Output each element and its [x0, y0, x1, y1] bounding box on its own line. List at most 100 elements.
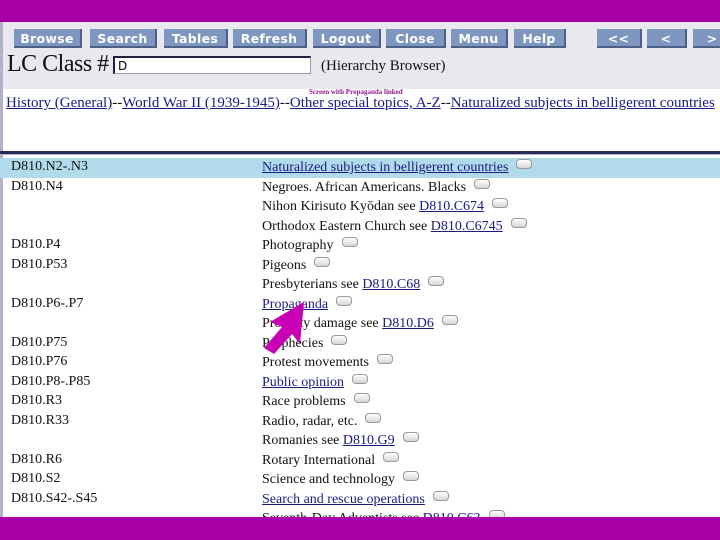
expand-button[interactable]: [432, 490, 449, 501]
list-item: D810.P6-.P7 Propaganda: [0, 295, 720, 315]
list-item: Presbyterians see D810.C68: [0, 275, 720, 295]
hierarchy-list: D810.N2-.N3 Naturalized subjects in belli…: [0, 158, 720, 529]
subject-text: Protest movements: [262, 355, 369, 370]
class-code: D810.P53: [11, 256, 68, 272]
expand-button[interactable]: [402, 432, 419, 442]
close-button[interactable]: Close: [386, 29, 446, 48]
subject-description: Pigeons: [262, 256, 331, 274]
expand-button[interactable]: [383, 451, 400, 462]
subject-text: Romanies see: [262, 433, 343, 448]
subject-description: Photography: [262, 237, 358, 254]
subject-description: Rotary International: [262, 451, 400, 469]
subject-link[interactable]: Search and rescue operations: [262, 492, 425, 507]
subject-text: Prophecies: [262, 335, 324, 351]
subject-description: Naturalized subjects in belligerent coun…: [262, 159, 533, 176]
class-code: D810.P4: [11, 237, 61, 252]
expand-button[interactable]: [365, 412, 382, 423]
list-item: D810.R6 Rotary International: [0, 451, 720, 471]
breadcrumb-separator: --: [279, 95, 290, 111]
browse-button[interactable]: Browse: [14, 29, 82, 48]
breadcrumb-separator: --: [112, 95, 123, 111]
breadcrumb-item[interactable]: History (General): [6, 95, 112, 111]
subject-description: Prophecies: [262, 334, 348, 352]
list-item: D810.S42-.S45 Search and rescue operation…: [0, 490, 720, 510]
list-item: D810.P76 Protest movements: [0, 353, 720, 373]
see-reference-link[interactable]: D810.C674: [419, 199, 484, 214]
logout-button[interactable]: Logout: [313, 29, 381, 48]
subject-description: Race problems: [262, 393, 370, 410]
class-code: D810.N4: [11, 178, 63, 194]
expand-button[interactable]: [402, 471, 419, 481]
subject-description: Negroes. African Americans. Blacks: [262, 178, 491, 196]
subject-text: Presbyterians see: [262, 277, 363, 292]
subject-description: Presbyterians see D810.C68: [262, 276, 445, 293]
next-button[interactable]: >: [693, 29, 720, 48]
previous-button[interactable]: <: [647, 29, 687, 48]
tables-button[interactable]: Tables: [164, 29, 228, 48]
list-item: D810.S2 Science and technology: [0, 470, 720, 490]
lc-class-input[interactable]: [113, 56, 311, 74]
subject-text: Photography: [262, 238, 334, 253]
see-reference-link[interactable]: D810.D6: [382, 316, 434, 331]
subject-text: Race problems: [262, 394, 346, 409]
subject-text: Orthodox Eastern Church see: [262, 218, 431, 234]
divider: [0, 151, 720, 155]
subject-description: Science and technology: [262, 471, 419, 488]
refresh-button[interactable]: Refresh: [233, 29, 307, 48]
expand-button[interactable]: [516, 159, 533, 169]
class-code: D810.P6-.P7: [11, 295, 84, 311]
list-item: D810.P53 Pigeons: [0, 256, 720, 276]
browser-mode-label: (Hierarchy Browser): [321, 58, 446, 74]
subject-text: Property damage see: [262, 316, 383, 331]
subject-text: Radio, radar, etc.: [262, 413, 358, 429]
class-code: D810.R6: [11, 451, 62, 467]
subject-description: Radio, radar, etc.: [262, 412, 382, 430]
list-item: D810.N2-.N3 Naturalized subjects in belli…: [0, 158, 720, 178]
subject-description: Orthodox Eastern Church see D810.C6745: [262, 217, 527, 235]
subject-description: Propaganda: [262, 295, 353, 313]
expand-button[interactable]: [336, 295, 353, 306]
class-code: D810.R3: [11, 393, 62, 408]
search-button[interactable]: Search: [90, 29, 157, 48]
expand-button[interactable]: [314, 256, 331, 267]
expand-button[interactable]: [331, 334, 348, 345]
breadcrumb: History (General)--World War II (1939-19…: [6, 95, 715, 112]
list-item: Orthodox Eastern Church see D810.C6745: [0, 217, 720, 237]
expand-button[interactable]: [441, 315, 458, 325]
list-item: D810.P4 Photography: [0, 236, 720, 256]
subject-link[interactable]: Propaganda: [262, 297, 328, 312]
class-code: D810.S42-.S45: [11, 490, 98, 506]
see-reference-link[interactable]: D810.C68: [362, 277, 420, 292]
help-button[interactable]: Help: [514, 29, 566, 48]
expand-button[interactable]: [376, 354, 393, 364]
expand-button[interactable]: [510, 217, 527, 228]
subject-text: Negroes. African Americans. Blacks: [262, 179, 467, 195]
expand-button[interactable]: [428, 276, 445, 286]
subject-link[interactable]: Public opinion: [262, 375, 344, 390]
breadcrumb-item[interactable]: World War II (1939-1945): [122, 95, 280, 111]
menu-button[interactable]: Menu: [451, 29, 508, 48]
expand-button[interactable]: [352, 373, 369, 384]
list-item: Property damage see D810.D6: [0, 314, 720, 334]
class-code: D810.P76: [11, 354, 68, 369]
breadcrumb-item[interactable]: Naturalized subjects in belligerent coun…: [451, 95, 715, 111]
class-code: D810.S2: [11, 471, 61, 486]
subject-description: Public opinion: [262, 373, 369, 391]
list-item: Nihon Kirisuto Kyōdan see D810.C674: [0, 197, 720, 217]
expand-button[interactable]: [474, 178, 491, 189]
expand-button[interactable]: [341, 237, 358, 247]
list-item: D810.N4 Negroes. African Americans. Black…: [0, 178, 720, 198]
breadcrumb-item[interactable]: Other special topics, A-Z: [290, 95, 441, 111]
list-item: D810.R3 Race problems: [0, 392, 720, 412]
subject-link[interactable]: Naturalized subjects in belligerent coun…: [262, 160, 508, 175]
see-reference-link[interactable]: D810.C6745: [431, 219, 503, 234]
expand-button[interactable]: [353, 393, 370, 403]
subject-description: Nihon Kirisuto Kyōdan see D810.C674: [262, 198, 509, 215]
see-reference-link[interactable]: D810.G9: [343, 433, 395, 448]
class-code: D810.P8-.P85: [11, 373, 91, 389]
expand-button[interactable]: [492, 198, 509, 208]
subject-description: Protest movements: [262, 354, 393, 371]
list-item: D810.P75 Prophecies: [0, 334, 720, 354]
first-page-button[interactable]: <<: [597, 29, 642, 48]
subject-text: Pigeons: [262, 257, 307, 273]
